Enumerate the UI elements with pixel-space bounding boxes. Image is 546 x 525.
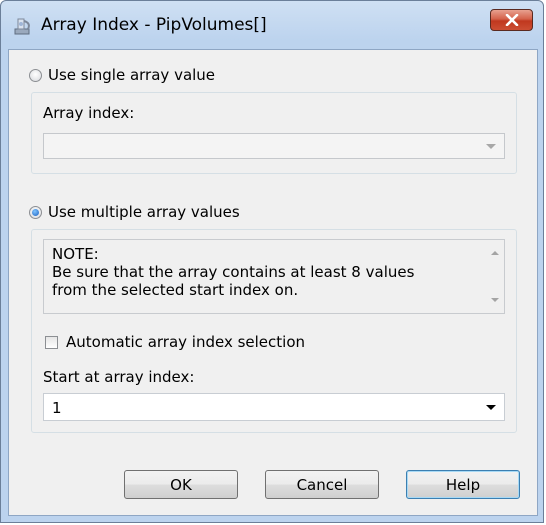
scroll-down-icon[interactable] [491, 298, 499, 302]
automatic-index-label: Automatic array index selection [66, 333, 306, 351]
help-button[interactable]: Help [406, 470, 520, 499]
window-title: Array Index - PipVolumes[] [41, 15, 267, 35]
app-icon [12, 15, 34, 37]
chevron-down-icon [486, 405, 496, 410]
multiple-values-group: NOTE: Be sure that the array contains at… [31, 229, 517, 433]
ok-button-label: OK [170, 475, 192, 494]
note-scrollbar[interactable] [487, 240, 504, 313]
automatic-index-checkbox[interactable] [45, 335, 58, 349]
cancel-button-label: Cancel [296, 475, 348, 494]
close-icon [505, 14, 518, 26]
note-line: Be sure that the array contains at least… [52, 263, 415, 281]
start-index-label: Start at array index: [43, 368, 195, 386]
multiple-values-option[interactable]: Use multiple array values [29, 203, 240, 221]
multiple-values-label: Use multiple array values [48, 203, 240, 221]
multiple-values-radio[interactable] [29, 205, 42, 219]
array-index-combo[interactable] [43, 133, 505, 159]
note-line: NOTE: [52, 245, 99, 263]
array-index-label: Array index: [43, 104, 135, 122]
title-bar[interactable]: Array Index - PipVolumes[] [1, 1, 545, 49]
single-value-radio[interactable] [29, 68, 42, 82]
chevron-down-icon [486, 144, 496, 149]
note-textbox[interactable]: NOTE: Be sure that the array contains at… [43, 239, 505, 314]
dialog-window: Array Index - PipVolumes[] Use single ar… [0, 0, 544, 523]
automatic-index-option[interactable]: Automatic array index selection [45, 333, 305, 351]
start-index-value: 1 [52, 399, 62, 417]
dialog-client: Use single array value Array index: Use … [8, 49, 538, 516]
scroll-up-icon[interactable] [491, 251, 499, 255]
single-value-group: Array index: [31, 92, 517, 174]
start-index-combo[interactable]: 1 [43, 393, 505, 421]
close-button[interactable] [490, 9, 533, 31]
help-button-label: Help [445, 475, 481, 494]
cancel-button[interactable]: Cancel [265, 470, 379, 499]
single-value-option[interactable]: Use single array value [29, 66, 215, 84]
note-line: from the selected start index on. [52, 281, 299, 299]
single-value-label: Use single array value [48, 66, 216, 84]
ok-button[interactable]: OK [124, 470, 238, 499]
